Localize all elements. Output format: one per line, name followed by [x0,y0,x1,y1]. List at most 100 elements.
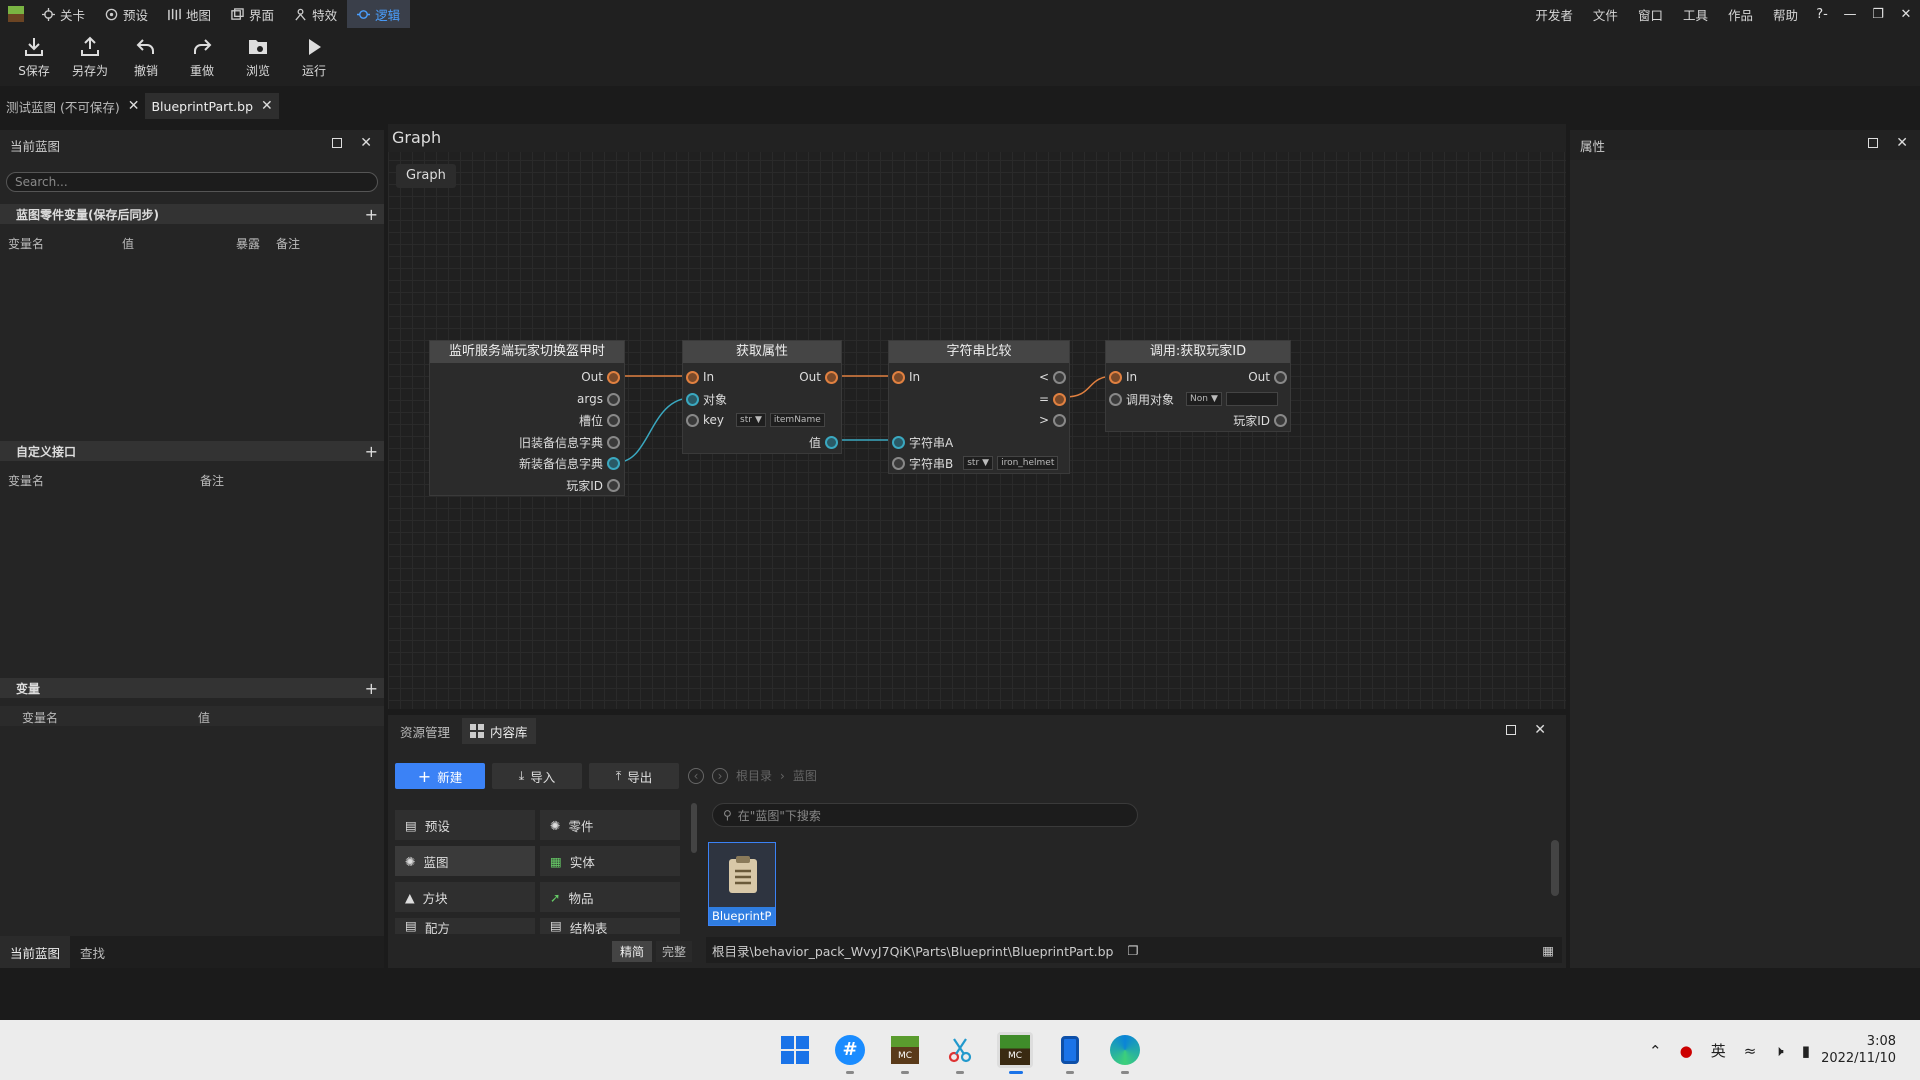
pin-row[interactable]: 新装备信息字典 [519,455,620,471]
section-custom-interface[interactable]: 自定义接口 + [0,441,384,461]
data-pin-icon[interactable] [607,435,620,449]
pin-row[interactable]: = [1039,391,1066,407]
close-icon[interactable]: ✕ [1896,136,1908,150]
target-dropdown[interactable]: Non ▼ [1186,392,1222,406]
clock[interactable]: 3:08 2022/11/10 [1821,1033,1896,1067]
back-icon[interactable]: ‹ [688,767,704,784]
pin-row[interactable]: 调用对象 Non ▼ [1109,391,1278,407]
minimize-icon[interactable]: — [1836,7,1864,22]
battery-icon[interactable]: ▮ [1802,1042,1810,1060]
graph-breadcrumb[interactable]: Graph [396,164,456,188]
pin-row[interactable]: In [892,369,920,385]
chevron-up-icon[interactable]: ⌃ [1649,1042,1662,1060]
pin-row[interactable]: 玩家ID [566,477,620,493]
exec-pin-icon[interactable] [1053,413,1066,427]
data-pin-icon[interactable] [686,392,699,406]
snipping-tool-icon[interactable] [942,1032,978,1068]
node-get-player-id[interactable]: 调用:获取玩家ID In Out 调用对象 Non ▼ 玩家ID [1105,340,1291,432]
grid-view-icon[interactable]: ▦ [1542,943,1554,958]
data-pin-icon[interactable] [607,478,620,492]
save-as-button[interactable]: 另存为 [62,35,118,79]
tab-asset-manager[interactable]: 资源管理 [392,718,458,744]
doc-tab-test-blueprint[interactable]: 测试蓝图 (不可保存) ✕ [0,93,145,119]
compact-view-button[interactable]: 精简 [612,941,653,962]
section-variables[interactable]: 变量 + [0,678,384,698]
asset-search-input[interactable]: ⚲ 在"蓝图"下搜索 [712,803,1138,827]
close-icon[interactable]: ✕ [128,98,140,114]
pin-row[interactable]: Out [581,369,620,385]
maximize-icon[interactable] [1506,725,1517,735]
pin-row[interactable]: In [686,369,714,385]
key-value-field[interactable]: itemName [769,413,825,427]
pin-row[interactable]: 字符串B str ▼ iron_helmet [892,455,1059,471]
maximize-icon[interactable] [1868,138,1879,148]
exec-pin-icon[interactable] [825,370,838,384]
category-preset[interactable]: ▤ 预设 [395,810,535,840]
type-dropdown[interactable]: str ▼ [736,413,766,427]
asset-scrollbar[interactable] [1551,840,1559,896]
pin-row[interactable]: Out [1248,369,1287,385]
tab-find[interactable]: 查找 [70,936,115,968]
asset-blueprintpart[interactable]: BlueprintP [708,842,776,926]
restore-icon[interactable]: ❐ [1864,7,1892,22]
menu-works[interactable]: 作品 [1718,5,1763,24]
close-icon[interactable]: ✕ [261,98,273,114]
exec-pin-icon[interactable] [1053,392,1066,406]
data-pin-icon[interactable] [892,456,905,470]
input-method-indicator[interactable]: 英 [1711,1040,1726,1061]
category-item[interactable]: ➚ 物品 [540,882,680,912]
category-entity[interactable]: ▦ 实体 [540,846,680,876]
data-pin-icon[interactable] [607,413,620,427]
pin-row[interactable]: > [1039,412,1066,428]
edge-browser-icon[interactable] [1107,1032,1143,1068]
hash-app-icon[interactable]: # [832,1032,868,1068]
data-pin-icon[interactable] [825,435,838,449]
close-window-icon[interactable]: ✕ [1892,7,1920,22]
export-button[interactable]: ⤒ 导出 [589,763,679,789]
pin-row[interactable]: 玩家ID [1233,412,1287,428]
string-b-field[interactable]: iron_helmet [997,456,1059,470]
redo-button[interactable]: 重做 [174,35,230,79]
import-button[interactable]: ⤓ 导入 [492,763,582,789]
forward-icon[interactable]: › [712,767,728,784]
add-icon[interactable]: + [365,442,378,461]
category-block[interactable]: ▲ 方块 [395,882,535,912]
tab-current-blueprint[interactable]: 当前蓝图 [0,936,71,968]
pin-row[interactable]: 旧装备信息字典 [519,434,620,450]
minecraft-studio-icon[interactable]: MC [997,1032,1033,1068]
menu-tab-preset[interactable]: 预设 [95,0,158,28]
menu-tab-level[interactable]: 关卡 [32,0,95,28]
node-get-property[interactable]: 获取属性 In Out 对象 key str ▼ itemName 值 [682,340,842,454]
data-pin-icon[interactable] [607,456,620,470]
maximize-icon[interactable] [332,138,343,148]
windows-start-icon[interactable] [777,1032,813,1068]
menu-help[interactable]: 帮助 [1763,5,1808,24]
category-scrollbar[interactable] [691,803,697,853]
data-pin-icon[interactable] [686,413,699,427]
browse-button[interactable]: 浏览 [230,35,286,79]
exec-pin-icon[interactable] [1053,370,1066,384]
pin-row[interactable]: < [1039,369,1066,385]
pin-row[interactable]: 槽位 [579,412,620,428]
category-table[interactable]: ▤ 结构表 [540,918,680,934]
phone-link-icon[interactable] [1052,1032,1088,1068]
menu-window[interactable]: 窗口 [1628,5,1673,24]
pin-row[interactable]: 字符串A [892,434,953,450]
data-pin-icon[interactable] [1274,413,1287,427]
full-view-button[interactable]: 完整 [656,941,693,962]
pin-row[interactable]: args [577,391,620,407]
save-button[interactable]: S保存 [6,35,62,79]
run-button[interactable]: 运行 [286,35,342,79]
close-icon[interactable]: ✕ [1534,723,1546,737]
section-blueprint-variables[interactable]: 蓝图零件变量(保存后同步) + [0,204,384,224]
menu-tools[interactable]: 工具 [1673,5,1718,24]
search-input[interactable]: Search... [6,172,378,192]
data-pin-icon[interactable] [607,392,620,406]
menu-tab-logic[interactable]: 逻辑 [347,0,411,28]
exec-pin-icon[interactable] [607,370,620,384]
menu-tab-map[interactable]: 地图 [158,0,221,28]
menu-file[interactable]: 文件 [1583,5,1628,24]
help-icon[interactable]: ?- [1808,7,1836,22]
exec-pin-icon[interactable] [892,370,905,384]
qq-icon[interactable]: ● [1680,1042,1693,1060]
